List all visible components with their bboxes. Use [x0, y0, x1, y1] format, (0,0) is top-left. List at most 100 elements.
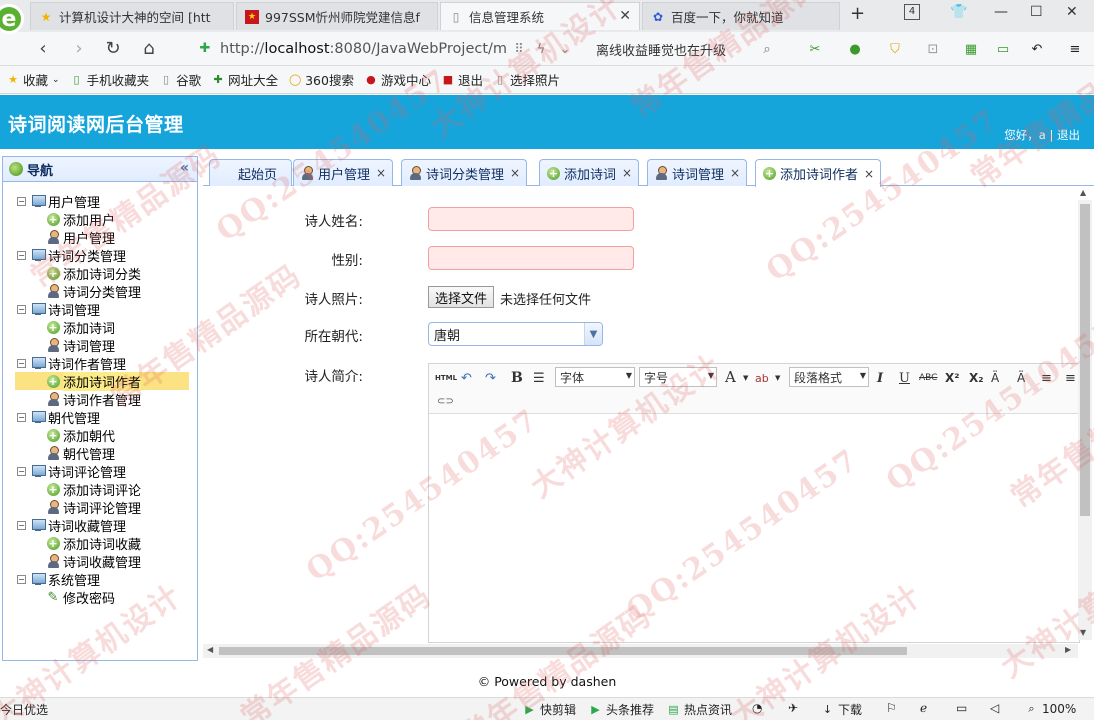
search-icon[interactable]: ⌕: [758, 40, 776, 58]
font-family-select[interactable]: 字体 ▼: [555, 367, 635, 387]
close-icon[interactable]: ✕: [619, 8, 631, 24]
tree-item[interactable]: 诗词作者管理: [3, 390, 197, 409]
bookmark-select-photo[interactable]: ▯ 选择照片: [493, 70, 560, 89]
collapse-toggle-icon[interactable]: −: [17, 196, 26, 206]
tree-item[interactable]: 诗词管理: [3, 336, 197, 355]
format-clear-icon[interactable]: ☰: [533, 369, 545, 387]
font-color-button[interactable]: A: [725, 368, 736, 386]
collapse-toggle-icon[interactable]: −: [17, 250, 26, 260]
font-size-select[interactable]: 字号 ▼: [639, 367, 717, 387]
translate-icon[interactable]: ●: [846, 40, 864, 58]
collapse-icon[interactable]: «: [180, 160, 189, 176]
highlight-icon[interactable]: ab: [755, 369, 769, 387]
reload-button[interactable]: ↻: [102, 37, 124, 59]
tree-group[interactable]: − 用户管理: [3, 192, 197, 211]
screenshot-icon[interactable]: ⊡: [924, 40, 942, 58]
tree-item[interactable]: + 添加诗词: [3, 318, 197, 337]
sex-input[interactable]: [428, 246, 634, 270]
home-button[interactable]: ⌂: [138, 37, 160, 59]
name-input[interactable]: [428, 207, 634, 231]
vertical-scrollbar[interactable]: ▲ ▼: [1078, 188, 1092, 640]
undo-icon[interactable]: ↶: [461, 369, 472, 387]
ie-icon[interactable]: ℯ: [920, 701, 927, 715]
new-tab-button[interactable]: +: [850, 3, 865, 24]
collapse-toggle-icon[interactable]: −: [17, 466, 26, 476]
collapse-toggle-icon[interactable]: −: [17, 358, 26, 368]
tree-group[interactable]: − 诗词作者管理: [3, 354, 197, 373]
chevron-down-icon[interactable]: ⌄: [556, 40, 574, 58]
dynasty-select[interactable]: 唐朝 ▼: [428, 322, 603, 346]
scroll-right-icon[interactable]: ▶: [1065, 645, 1071, 654]
tree-item[interactable]: + 添加诗词作者: [3, 371, 197, 391]
italic-button[interactable]: I: [877, 369, 883, 387]
tab-item[interactable]: 诗词管理 ×: [647, 159, 748, 186]
volume-icon[interactable]: ◁: [990, 701, 999, 715]
scroll-left-icon[interactable]: ◀: [207, 645, 213, 654]
tree-item[interactable]: 朝代管理: [3, 444, 197, 463]
tree-item[interactable]: + 添加诗词分类: [3, 264, 197, 283]
tree-item[interactable]: + 添加朝代: [3, 426, 197, 445]
tree-item[interactable]: + 添加用户: [3, 210, 197, 229]
flag-outline-icon[interactable]: ⚐: [886, 701, 897, 715]
choose-file-button[interactable]: 选择文件: [428, 286, 495, 308]
bookmark-mobile[interactable]: ▯ 手机收藏夹: [70, 70, 150, 89]
tree-item[interactable]: 用户管理: [3, 228, 197, 247]
clear-format-icon[interactable]: Ä: [991, 369, 999, 387]
tree-item[interactable]: + 添加诗词评论: [3, 480, 197, 499]
tab-item[interactable]: 起始页: [209, 159, 293, 186]
menu-icon[interactable]: ≡: [1066, 40, 1084, 58]
subscript-button[interactable]: X₂: [969, 369, 984, 387]
superscript-button[interactable]: X²: [945, 369, 960, 387]
shield-gold-icon[interactable]: ⛉: [886, 40, 904, 58]
tree-item[interactable]: 诗词评论管理: [3, 498, 197, 517]
underline-button[interactable]: U: [899, 369, 910, 387]
tree-item[interactable]: 诗词收藏管理: [3, 552, 197, 571]
close-icon[interactable]: ×: [864, 167, 874, 181]
status-item[interactable]: ▶ 快剪辑: [522, 701, 576, 718]
tree-item[interactable]: ✎ 修改密码: [3, 588, 197, 607]
scissors-icon[interactable]: ✂: [806, 40, 824, 58]
tree-group[interactable]: − 朝代管理: [3, 408, 197, 427]
brush-icon[interactable]: Ä: [1017, 369, 1025, 387]
strikethrough-button[interactable]: ABC: [919, 369, 937, 387]
html-source-button[interactable]: HTML: [435, 369, 457, 387]
tab-count-badge[interactable]: 4: [904, 4, 920, 20]
undo-icon[interactable]: ↶: [1028, 40, 1046, 58]
lightning-icon[interactable]: ϟ: [532, 40, 550, 58]
tree-group[interactable]: − 诗词收藏管理: [3, 516, 197, 535]
bookmark-360[interactable]: ◯ 360搜索: [288, 70, 354, 89]
chevron-down-icon[interactable]: ▼: [584, 323, 602, 345]
status-item[interactable]: ▤ 热点资讯: [666, 701, 732, 718]
bold-button[interactable]: B: [511, 369, 523, 387]
scroll-thumb[interactable]: [1080, 204, 1090, 516]
redo-icon[interactable]: ↷: [485, 369, 496, 387]
horizontal-scrollbar[interactable]: ◀ ▶: [203, 644, 1078, 658]
scroll-thumb[interactable]: [219, 647, 907, 655]
tree-item[interactable]: + 添加诗词收藏: [3, 534, 197, 553]
tab-item[interactable]: 用户管理 ×: [293, 159, 394, 186]
forward-button[interactable]: ›: [68, 37, 90, 59]
collapse-toggle-icon[interactable]: −: [17, 520, 26, 530]
bookmark-sites[interactable]: ✚ 网址大全: [211, 70, 278, 89]
browser-tab[interactable]: ★ 计算机设计大神的空间 [htt: [30, 2, 234, 30]
close-icon[interactable]: ×: [730, 166, 740, 180]
apps-icon[interactable]: ▦: [962, 40, 980, 58]
pin-icon[interactable]: ✈: [788, 701, 798, 715]
tree-group[interactable]: − 诗词评论管理: [3, 462, 197, 481]
zoom-control[interactable]: ⌕ 100%: [1024, 701, 1076, 716]
battery-icon[interactable]: ▭: [994, 40, 1012, 58]
logout-link[interactable]: 退出: [1057, 128, 1080, 142]
close-icon[interactable]: ×: [622, 166, 632, 180]
maximize-button[interactable]: ☐: [1030, 4, 1043, 20]
tab-item[interactable]: + 添加诗词 ×: [539, 159, 640, 186]
bookmark-games[interactable]: ● 游戏中心: [364, 70, 431, 89]
editor-body[interactable]: [429, 414, 1079, 642]
tree-group[interactable]: − 系统管理: [3, 570, 197, 589]
collapse-toggle-icon[interactable]: −: [17, 574, 26, 584]
minimize-button[interactable]: —: [994, 4, 1008, 20]
link-icon[interactable]: ⊂⊃: [437, 392, 454, 410]
close-icon[interactable]: ×: [376, 166, 386, 180]
scroll-up-icon[interactable]: ▲: [1080, 188, 1086, 197]
browser-tab-active[interactable]: ▯ 信息管理系统 ✕: [440, 2, 640, 30]
browser-tab[interactable]: ✿ 百度一下，你就知道: [642, 2, 840, 30]
